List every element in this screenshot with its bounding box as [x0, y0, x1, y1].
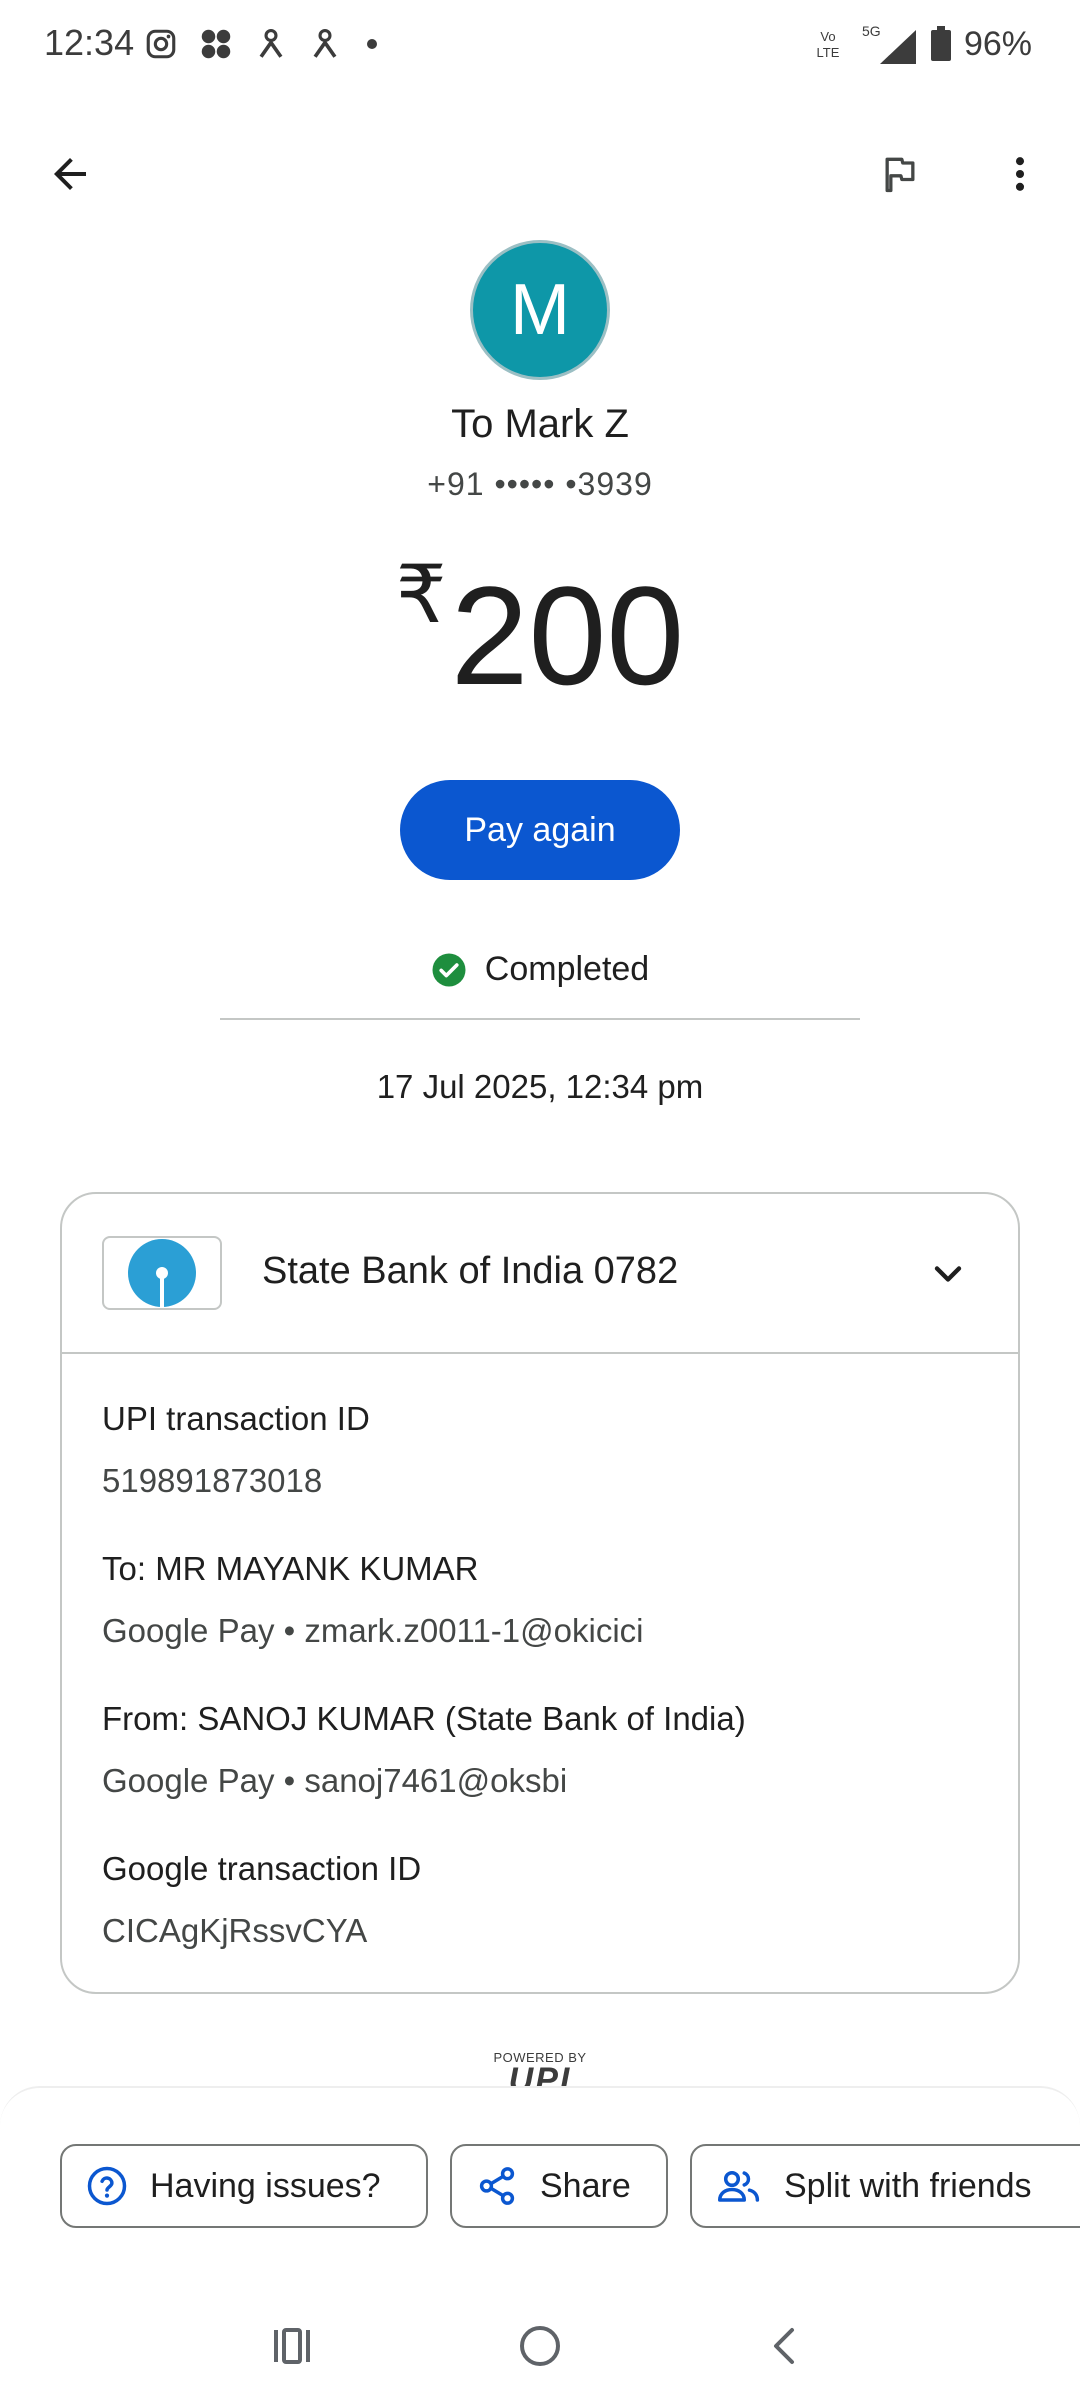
check-circle-icon	[432, 953, 466, 986]
currency-symbol: ₹	[395, 550, 447, 639]
app-icon	[201, 29, 231, 59]
detail-label: To: MR MAYANK KUMAR	[102, 1550, 479, 1587]
back-icon	[774, 2328, 794, 2364]
recipient-phone: +91 ••••• •3939	[427, 466, 653, 502]
action-bar: Having issues? Share Split with friends	[0, 2086, 1080, 2286]
divider	[220, 1018, 860, 1020]
split-with-friends-label: Split with friends	[784, 2166, 1032, 2205]
recents-button[interactable]	[252, 2306, 332, 2386]
recipient-details: To: MR MAYANK KUMAR Google Pay • zmark.z…	[102, 1550, 644, 1650]
detail-value[interactable]: CICAgKjRssvCYA	[102, 1912, 421, 1950]
battery-icon	[930, 26, 951, 61]
signal-icon: 5G	[862, 23, 916, 64]
having-issues-button[interactable]: Having issues?	[60, 2144, 428, 2228]
transaction-datetime: 17 Jul 2025, 12:34 pm	[376, 1068, 704, 1105]
status-bar: 12:34 Vo LTE 5G 96%	[0, 0, 1080, 96]
help-icon	[87, 2166, 127, 2206]
powered-by-upi: POWERED BY UPI	[480, 2050, 600, 2090]
bank-account-row[interactable]: State Bank of India 0782	[62, 1194, 1018, 1354]
share-icon	[479, 2167, 515, 2205]
notification-icons	[144, 26, 382, 62]
group-icon	[718, 2170, 760, 2202]
flag-icon	[885, 157, 915, 193]
status-label: Completed	[484, 950, 650, 988]
volte-icon: VoLTE	[816, 29, 839, 60]
detail-value[interactable]: 519891873018	[102, 1462, 370, 1500]
svg-text:Vo: Vo	[820, 29, 835, 44]
system-navigation-bar	[0, 2286, 1080, 2400]
pay-again-button[interactable]: Pay again	[400, 780, 680, 880]
instagram-icon	[146, 29, 176, 59]
bank-logo	[102, 1236, 222, 1310]
detail-value: Google Pay • zmark.z0011-1@okicici	[102, 1612, 644, 1649]
home-icon	[520, 2326, 560, 2366]
status-time: 12:34	[44, 22, 135, 63]
split-with-friends-button[interactable]: Split with friends	[690, 2144, 1080, 2228]
detail-label: UPI transaction ID	[102, 1400, 370, 1437]
chevron-down-icon	[934, 1266, 962, 1282]
svg-text:5G: 5G	[862, 23, 881, 39]
more-options-button[interactable]	[980, 134, 1060, 214]
expand-button[interactable]	[918, 1244, 978, 1304]
report-flag-button[interactable]	[860, 134, 940, 214]
google-transaction-id: Google transaction ID CICAgKjRssvCYA	[102, 1850, 421, 1950]
arrow-back-icon	[54, 158, 86, 190]
bank-account-name: State Bank of India 0782	[262, 1250, 679, 1292]
avatar: M	[470, 240, 610, 380]
svg-text:LTE: LTE	[816, 45, 839, 60]
amount-value: 200	[450, 557, 685, 714]
app-bar	[0, 120, 1080, 230]
recipient-name: To Mark Z	[451, 402, 629, 446]
back-nav-button[interactable]	[746, 2306, 826, 2386]
share-button[interactable]: Share	[450, 2144, 668, 2228]
system-icons: Vo LTE 5G 96%	[808, 22, 1032, 66]
amount: ₹200	[0, 548, 1080, 717]
detail-label: Google transaction ID	[102, 1850, 422, 1887]
transaction-status: Completed	[0, 950, 1080, 989]
detail-label: From: SANOJ KUMAR (State Bank of India)	[102, 1700, 746, 1737]
sender-details: From: SANOJ KUMAR (State Bank of India) …	[102, 1700, 746, 1800]
back-button[interactable]	[30, 134, 110, 214]
person-icon	[313, 28, 337, 58]
recents-icon	[274, 2328, 310, 2364]
share-label: Share	[540, 2166, 631, 2205]
detail-value: Google Pay • sanoj7461@oksbi	[102, 1762, 568, 1799]
person-icon	[259, 28, 283, 58]
battery-percent: 96%	[963, 24, 1032, 63]
dot-icon	[367, 39, 377, 49]
sbi-logo-icon	[128, 1239, 196, 1308]
more-vert-icon	[1015, 157, 1025, 191]
transaction-details-card: State Bank of India 0782 UPI transaction…	[60, 1192, 1020, 1994]
upi-transaction-id: UPI transaction ID 519891873018	[102, 1400, 370, 1500]
home-button[interactable]	[500, 2306, 580, 2386]
having-issues-label: Having issues?	[150, 2166, 381, 2205]
